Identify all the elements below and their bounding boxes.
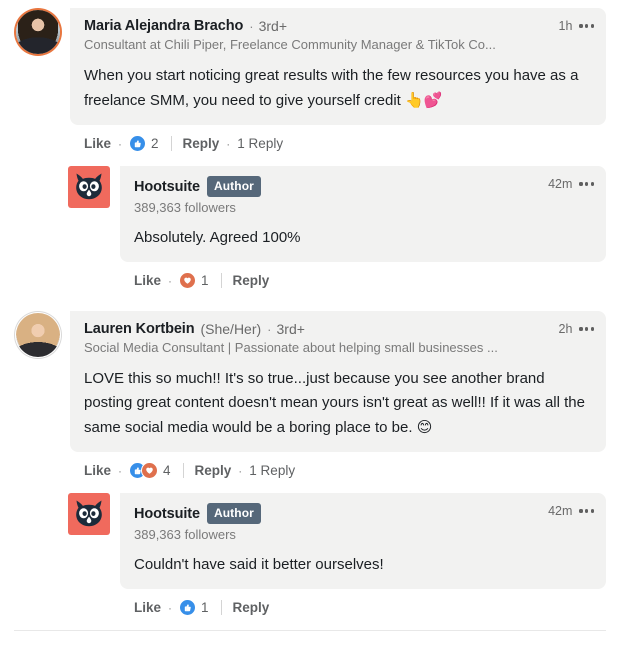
name-separator: · bbox=[267, 321, 272, 337]
connection-degree: 3rd+ bbox=[258, 18, 287, 34]
like-button[interactable]: Like bbox=[134, 273, 161, 288]
avatar[interactable] bbox=[14, 8, 62, 56]
comment-timestamp: 1h bbox=[558, 19, 573, 33]
action-divider bbox=[220, 600, 222, 615]
author-pronouns: (She/Her) bbox=[200, 321, 262, 337]
load-more-comments-button[interactable]: Load more comments bbox=[0, 631, 620, 647]
hootsuite-owl-logo-icon bbox=[68, 493, 110, 535]
reactions-summary[interactable]: 4 bbox=[129, 462, 171, 479]
comment-author-name[interactable]: Lauren Kortbein bbox=[84, 321, 195, 337]
action-separator: · bbox=[118, 463, 123, 478]
author-headline: Social Media Consultant | Passionate abo… bbox=[84, 340, 498, 355]
reply-button[interactable]: Reply bbox=[233, 600, 270, 615]
follower-count: 389,363 followers bbox=[134, 527, 236, 542]
reply-bubble: Hootsuite Author 389,363 followers 42m A… bbox=[120, 166, 606, 262]
comment-actions: Like · 4 Reply · 1 Reply bbox=[70, 452, 606, 479]
reactions-summary[interactable]: 2 bbox=[129, 135, 159, 152]
like-button[interactable]: Like bbox=[84, 136, 111, 151]
reactions-summary[interactable]: 1 bbox=[179, 272, 209, 289]
author-headline: Consultant at Chili Piper, Freelance Com… bbox=[84, 37, 496, 52]
comment-timestamp: 2h bbox=[558, 322, 573, 336]
replies-count-button[interactable]: 1 Reply bbox=[249, 463, 295, 478]
reply-actions: Like · 1 Reply bbox=[120, 589, 606, 616]
comment-thread: Maria Alejandra Bracho · 3rd+ Consultant… bbox=[0, 8, 620, 289]
comment-bubble: Maria Alejandra Bracho · 3rd+ Consultant… bbox=[70, 8, 606, 125]
action-divider bbox=[182, 463, 184, 478]
comment-body: LOVE this so much!! It's so true...just … bbox=[84, 367, 594, 440]
hootsuite-owl-logo-icon bbox=[68, 166, 110, 208]
comment-actions: Like · 2 Reply · 1 Reply bbox=[70, 125, 606, 152]
like-button[interactable]: Like bbox=[134, 600, 161, 615]
reply-button[interactable]: Reply bbox=[233, 273, 270, 288]
reply-button[interactable]: Reply bbox=[195, 463, 232, 478]
comment-item: Maria Alejandra Bracho · 3rd+ Consultant… bbox=[0, 8, 620, 152]
avatar[interactable] bbox=[68, 493, 110, 535]
connection-degree: 3rd+ bbox=[276, 321, 305, 337]
reply-timestamp: 42m bbox=[548, 504, 573, 518]
avatar[interactable] bbox=[68, 166, 110, 208]
more-options-icon[interactable] bbox=[579, 22, 594, 29]
reactions-summary[interactable]: 1 bbox=[179, 599, 209, 616]
like-button[interactable]: Like bbox=[84, 463, 111, 478]
comment-body-text: When you start noticing great results wi… bbox=[84, 67, 579, 109]
reaction-count: 1 bbox=[201, 273, 209, 288]
like-reaction-icon bbox=[179, 599, 197, 616]
heart-reaction-icon bbox=[141, 462, 159, 479]
author-badge: Author bbox=[206, 176, 261, 197]
comment-body-emoji: 👆💕 bbox=[405, 91, 443, 109]
heart-reaction-icon bbox=[179, 272, 197, 289]
comment-body-text: LOVE this so much!! It's so true...just … bbox=[84, 370, 585, 436]
comment-author-name[interactable]: Maria Alejandra Bracho bbox=[84, 18, 243, 34]
follower-count: 389,363 followers bbox=[134, 200, 236, 215]
reply-bubble: Hootsuite Author 389,363 followers 42m C… bbox=[120, 493, 606, 589]
comment-body-emoji: 😊 bbox=[416, 418, 433, 436]
more-options-icon[interactable] bbox=[579, 325, 594, 332]
action-separator: · bbox=[118, 136, 123, 151]
action-separator: · bbox=[238, 463, 243, 478]
reaction-count: 4 bbox=[163, 463, 171, 478]
reply-timestamp: 42m bbox=[548, 177, 573, 191]
comment-item: Lauren Kortbein (She/Her) · 3rd+ Social … bbox=[0, 311, 620, 479]
name-separator: · bbox=[249, 18, 254, 34]
profile-photo-maria-icon bbox=[16, 10, 60, 54]
reply-body: Absolutely. Agreed 100% bbox=[134, 229, 301, 246]
action-divider bbox=[170, 136, 172, 151]
author-badge: Author bbox=[206, 503, 261, 524]
reply-body: Couldn't have said it better ourselves! bbox=[134, 556, 384, 573]
comment-body: When you start noticing great results wi… bbox=[84, 64, 594, 113]
reply-actions: Like · 1 Reply bbox=[120, 262, 606, 289]
reaction-count: 1 bbox=[201, 600, 209, 615]
replies-count-button[interactable]: 1 Reply bbox=[237, 136, 283, 151]
action-separator: · bbox=[226, 136, 231, 151]
comment-thread: Lauren Kortbein (She/Her) · 3rd+ Social … bbox=[0, 311, 620, 616]
reaction-count: 2 bbox=[151, 136, 159, 151]
reply-author-name[interactable]: Hootsuite bbox=[134, 179, 200, 195]
more-options-icon[interactable] bbox=[579, 180, 594, 187]
action-divider bbox=[220, 273, 222, 288]
comments-section: Maria Alejandra Bracho · 3rd+ Consultant… bbox=[0, 0, 620, 647]
reply-author-name[interactable]: Hootsuite bbox=[134, 506, 200, 522]
avatar[interactable] bbox=[14, 311, 62, 359]
comment-bubble: Lauren Kortbein (She/Her) · 3rd+ Social … bbox=[70, 311, 606, 452]
reply-button[interactable]: Reply bbox=[183, 136, 220, 151]
reply-item: Hootsuite Author 389,363 followers 42m C… bbox=[0, 493, 620, 616]
action-separator: · bbox=[168, 600, 173, 615]
action-separator: · bbox=[168, 273, 173, 288]
profile-photo-lauren-icon bbox=[16, 313, 60, 357]
like-reaction-icon bbox=[129, 135, 147, 152]
more-options-icon[interactable] bbox=[579, 507, 594, 514]
reply-item: Hootsuite Author 389,363 followers 42m A… bbox=[0, 166, 620, 289]
